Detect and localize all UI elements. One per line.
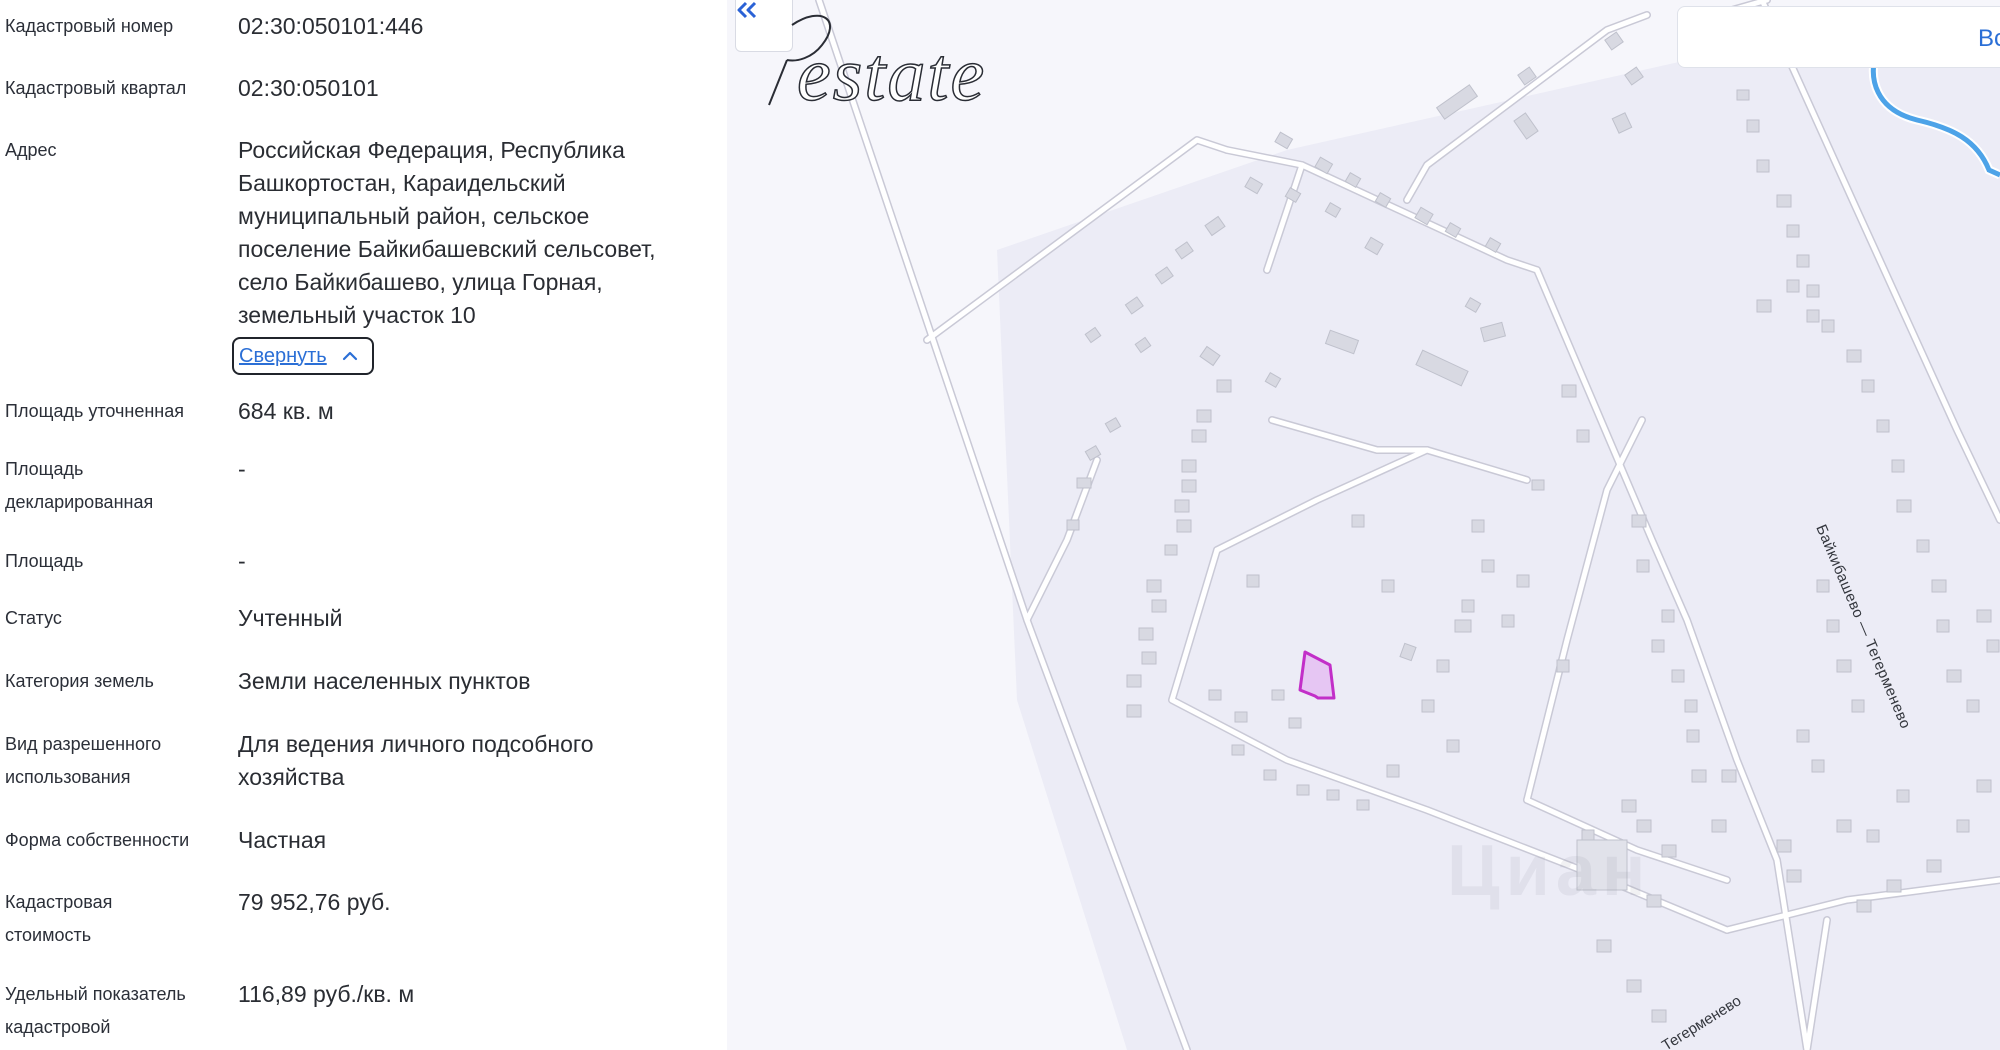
collapse-label: Свернуть — [239, 344, 327, 367]
row-address: Адрес Российская Федерация, Республика Б… — [0, 134, 727, 334]
value-line: хозяйства — [238, 764, 345, 790]
address-line: муниципальный район, сельское — [238, 203, 590, 229]
label-permitted-use: Вид разрешенного использования — [5, 728, 220, 794]
address-line: поселение Байкибашевский сельсовет, — [238, 236, 656, 262]
cian-watermark: Циан — [1447, 831, 1652, 911]
address-line: земельный участок 10 — [238, 302, 476, 328]
label-line: декларированная — [5, 492, 154, 512]
value-cadastral-number: 02:30:050101:446 — [238, 13, 424, 39]
label-status: Статус — [5, 608, 62, 628]
value-land-category: Земли населенных пунктов — [238, 668, 531, 694]
row-area-specified: Площадь уточненная 684 кв. м — [0, 395, 727, 435]
label-line: использования — [5, 767, 131, 787]
label-line: Кадастровая — [5, 892, 113, 912]
address-line: Российская Федерация, Республика — [238, 137, 625, 163]
label-area-specified: Площадь уточненная — [5, 401, 184, 421]
row-land-category: Категория земель Земли населенных пункто… — [0, 665, 727, 705]
label-ownership: Форма собственности — [5, 830, 190, 850]
label-line: Площадь — [5, 459, 84, 479]
value-area-specified: 684 кв. м — [238, 398, 334, 424]
top-right-button[interactable]: Вс — [1677, 6, 2000, 68]
row-cadastral-quarter: Кадастровый квартал 02:30:050101 — [0, 72, 727, 112]
collapse-address-button[interactable]: Свернуть — [232, 337, 374, 375]
label-area: Площадь — [5, 551, 84, 571]
value-area-declared: - — [238, 456, 246, 482]
value-area: - — [238, 548, 246, 574]
address-line: Башкортостан, Караидельский — [238, 170, 566, 196]
label-land-category: Категория земель — [5, 671, 154, 691]
label-line: Вид разрешенного — [5, 734, 162, 754]
value-specific-indicator: 116,89 руб./кв. м — [238, 981, 415, 1007]
chevron-up-icon — [342, 351, 357, 361]
row-permitted-use: Вид разрешенного использования Для веден… — [0, 728, 727, 794]
value-permitted-use: Для ведения личного подсобного хозяйства — [238, 728, 718, 794]
row-area-declared: Площадь декларированная - — [0, 453, 727, 519]
label-specific-indicator: Удельный показатель кадастровой — [5, 978, 220, 1044]
address-line: село Байкибашево, улица Горная, — [238, 269, 603, 295]
value-cadastral-value: 79 952,76 руб. — [238, 889, 391, 915]
label-cadastral-number: Кадастровый номер — [5, 16, 174, 36]
row-area: Площадь - — [0, 545, 727, 585]
svg-text:estate: estate — [797, 33, 986, 110]
value-cadastral-quarter: 02:30:050101 — [238, 75, 379, 101]
label-area-declared: Площадь декларированная — [5, 453, 220, 519]
label-address: Адрес — [5, 140, 57, 160]
label-line: кадастровой — [5, 1017, 111, 1037]
label-cadastral-value: Кадастровая стоимость — [5, 886, 220, 952]
value-status: Учтенный — [238, 605, 343, 631]
row-cadastral-value: Кадастровая стоимость 79 952,76 руб. — [0, 886, 727, 952]
map-canvas[interactable] — [727, 0, 2000, 1050]
row-specific-indicator: Удельный показатель кадастровой 116,89 р… — [0, 978, 727, 1044]
value-address: Российская Федерация, Республика Башкорт… — [238, 134, 718, 332]
row-status: Статус Учтенный — [0, 602, 727, 642]
row-ownership: Форма собственности Частная — [0, 824, 727, 864]
cadastral-map[interactable]: Вс Байкибашево — Тегерменево Тегерменево… — [727, 0, 2000, 1050]
value-line: Для ведения личного подсобного — [238, 731, 594, 757]
restate-logo: estate — [768, 14, 986, 110]
label-line: стоимость — [5, 925, 92, 945]
row-cadastral-number: Кадастровый номер 02:30:050101:446 — [0, 10, 727, 50]
cadastral-info-panel: Кадастровый номер 02:30:050101:446 Кадас… — [0, 0, 727, 1050]
label-line: Удельный показатель — [5, 984, 186, 1004]
label-cadastral-quarter: Кадастровый квартал — [5, 78, 187, 98]
top-right-button-text: Вс — [1978, 25, 2000, 52]
value-ownership: Частная — [238, 827, 327, 853]
